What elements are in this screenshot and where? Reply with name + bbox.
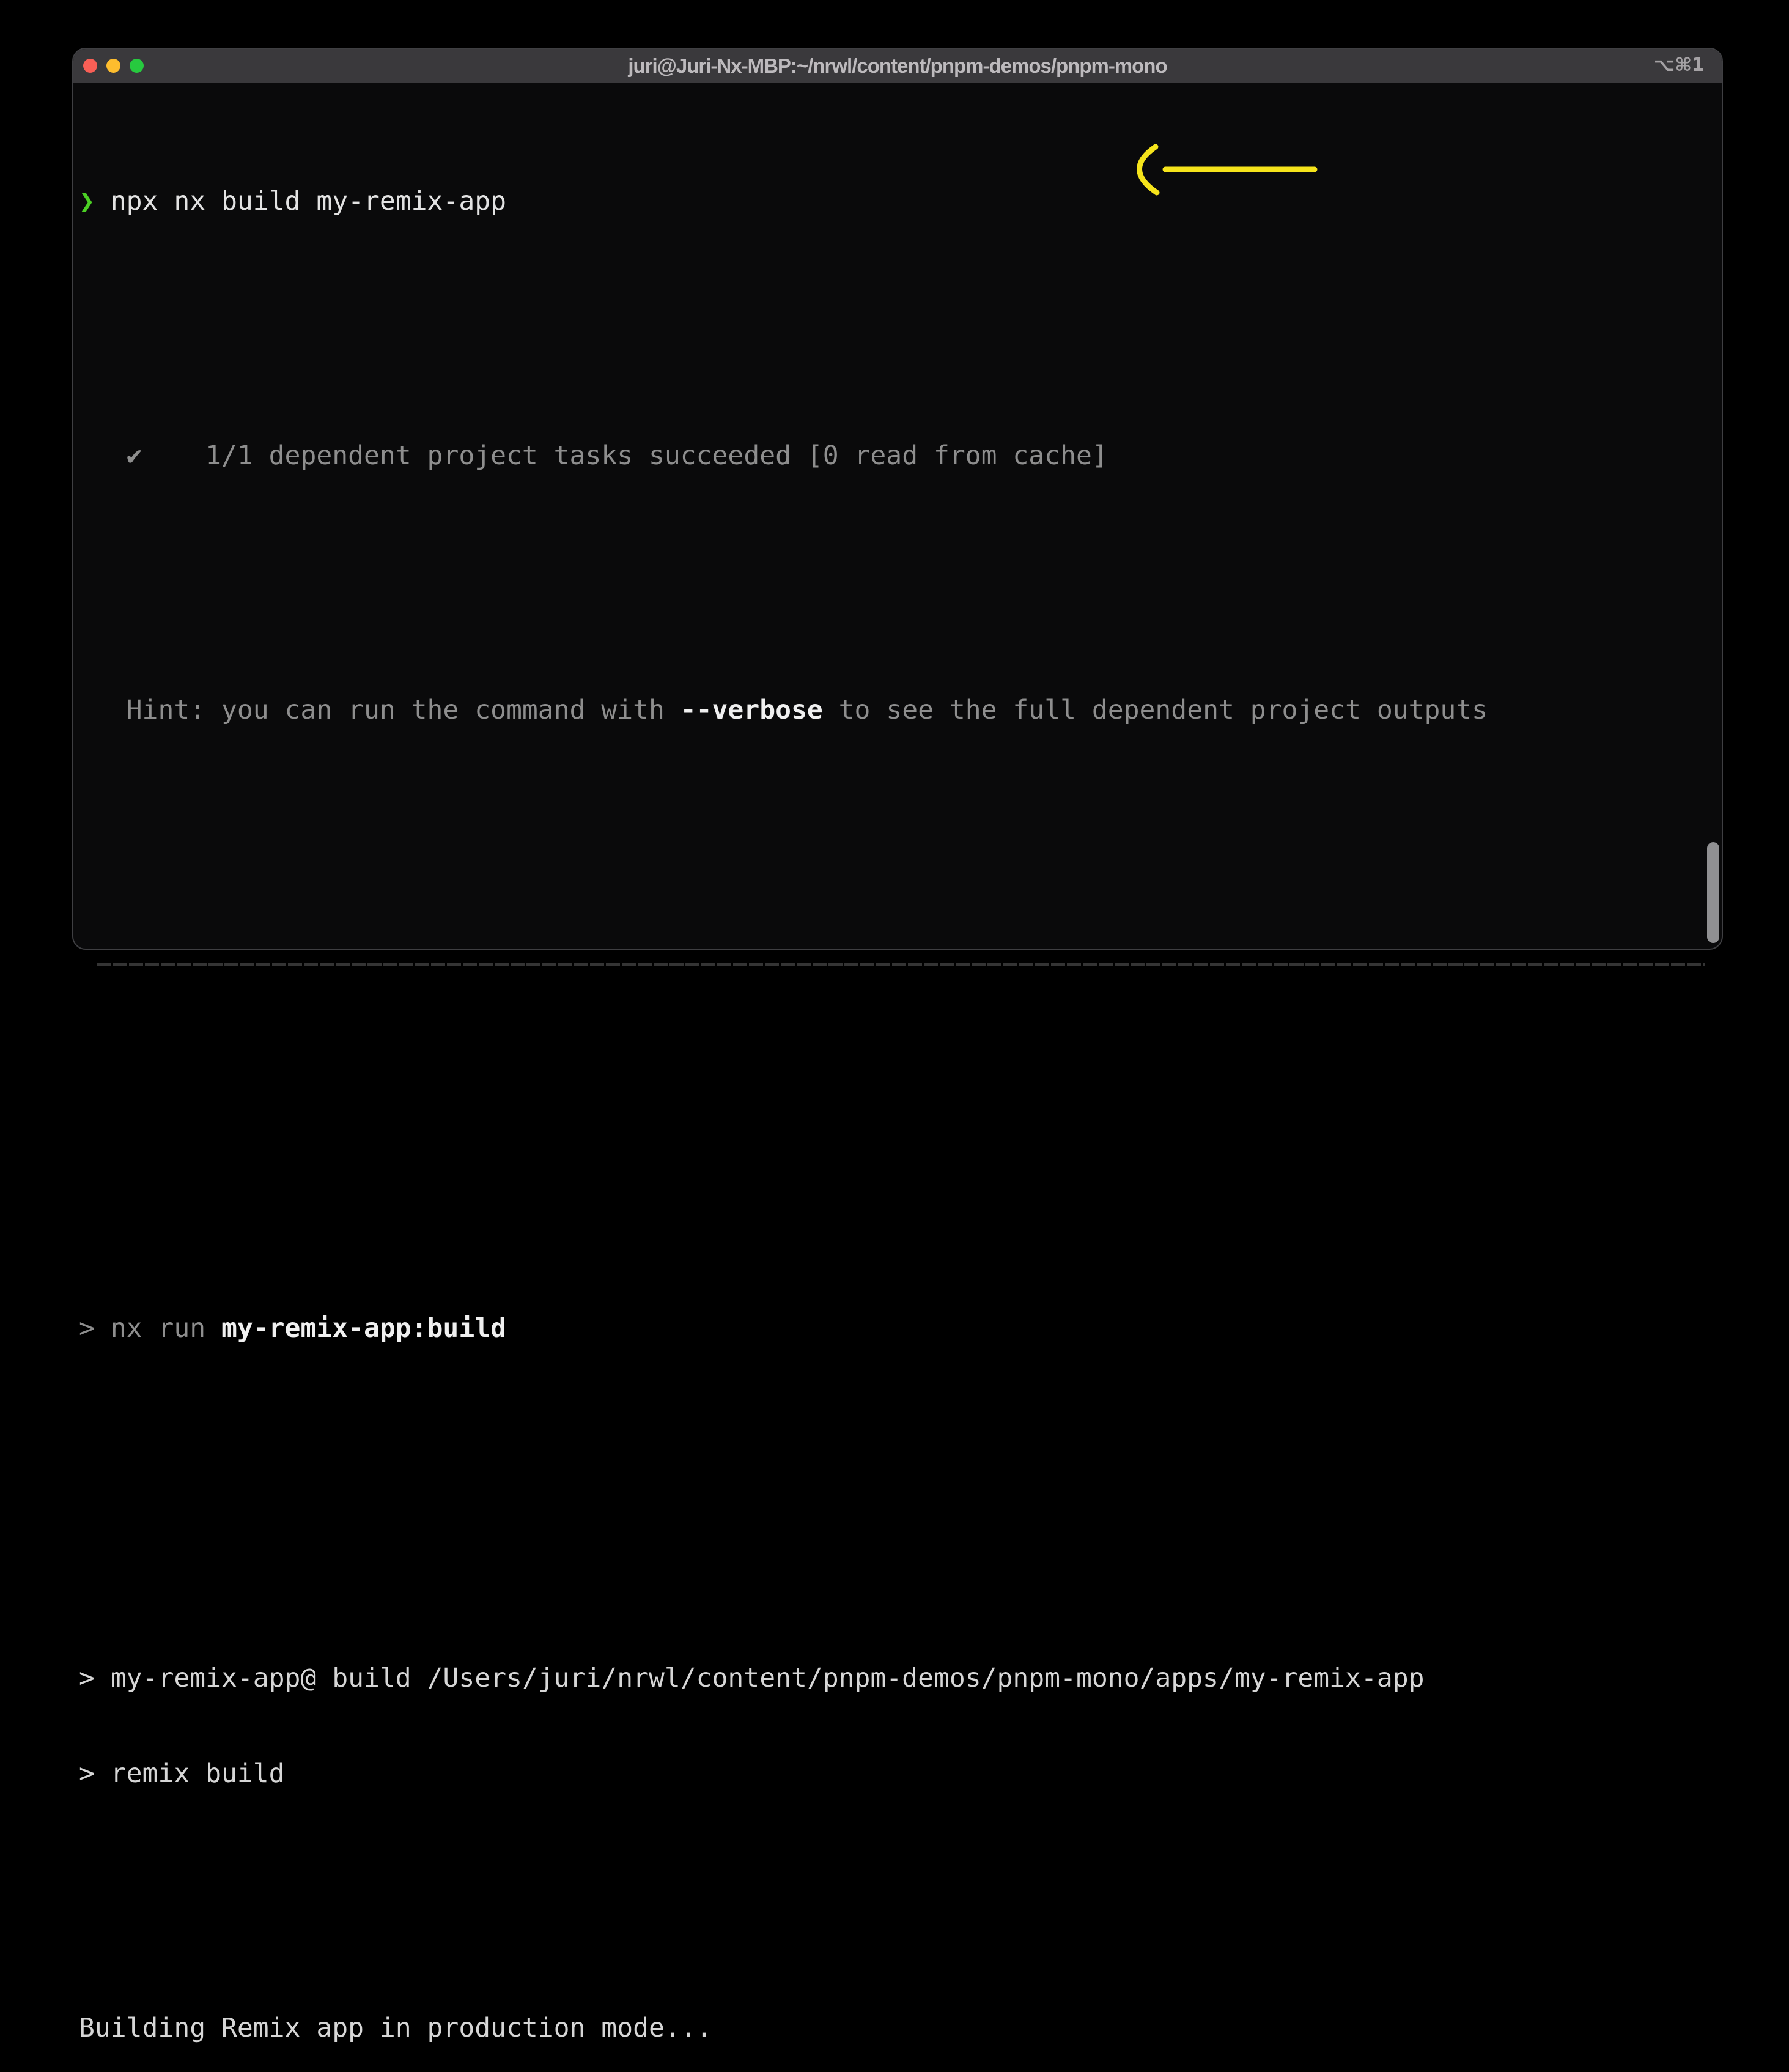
divider-gray — [79, 963, 1722, 994]
titlebar[interactable]: juri@Juri-Nx-MBP:~/nrwl/content/pnpm-dem… — [73, 49, 1722, 83]
nx-run-line: > nx run my-remix-app:build — [79, 1312, 1722, 1344]
hint-line: Hint: you can run the command with --ver… — [79, 694, 1722, 726]
run-target: my-remix-app:build — [221, 1313, 506, 1344]
pkg-script-line: > my-remix-app@ build /Users/juri/nrwl/c… — [79, 1662, 1722, 1694]
terminal-window: juri@Juri-Nx-MBP:~/nrwl/content/pnpm-dem… — [72, 48, 1723, 950]
remix-build-line: > remix build — [79, 1758, 1722, 1789]
verbose-flag: --verbose — [681, 695, 823, 725]
build-output-line-1: Building Remix app in production mode... — [79, 2012, 1722, 2044]
task-success-text: 1/1 dependent project tasks succeeded [0… — [142, 440, 1108, 471]
command-text: npx nx build my-remix-app — [95, 186, 506, 216]
checkmark-icon: ✔ — [127, 440, 142, 471]
task-success-line: ✔ 1/1 dependent project tasks succeeded … — [79, 440, 1722, 472]
window-title: juri@Juri-Nx-MBP:~/nrwl/content/pnpm-dem… — [73, 54, 1722, 78]
command-line: ❯ npx nx build my-remix-app — [79, 185, 1722, 217]
scrollbar-thumb[interactable] — [1707, 842, 1719, 943]
terminal-output[interactable]: ❯ npx nx build my-remix-app ✔ 1/1 depend… — [73, 83, 1722, 2072]
prompt-chevron-icon: ❯ — [79, 186, 95, 216]
tab-shortcut-label: ⌥⌘1 — [1654, 54, 1705, 76]
